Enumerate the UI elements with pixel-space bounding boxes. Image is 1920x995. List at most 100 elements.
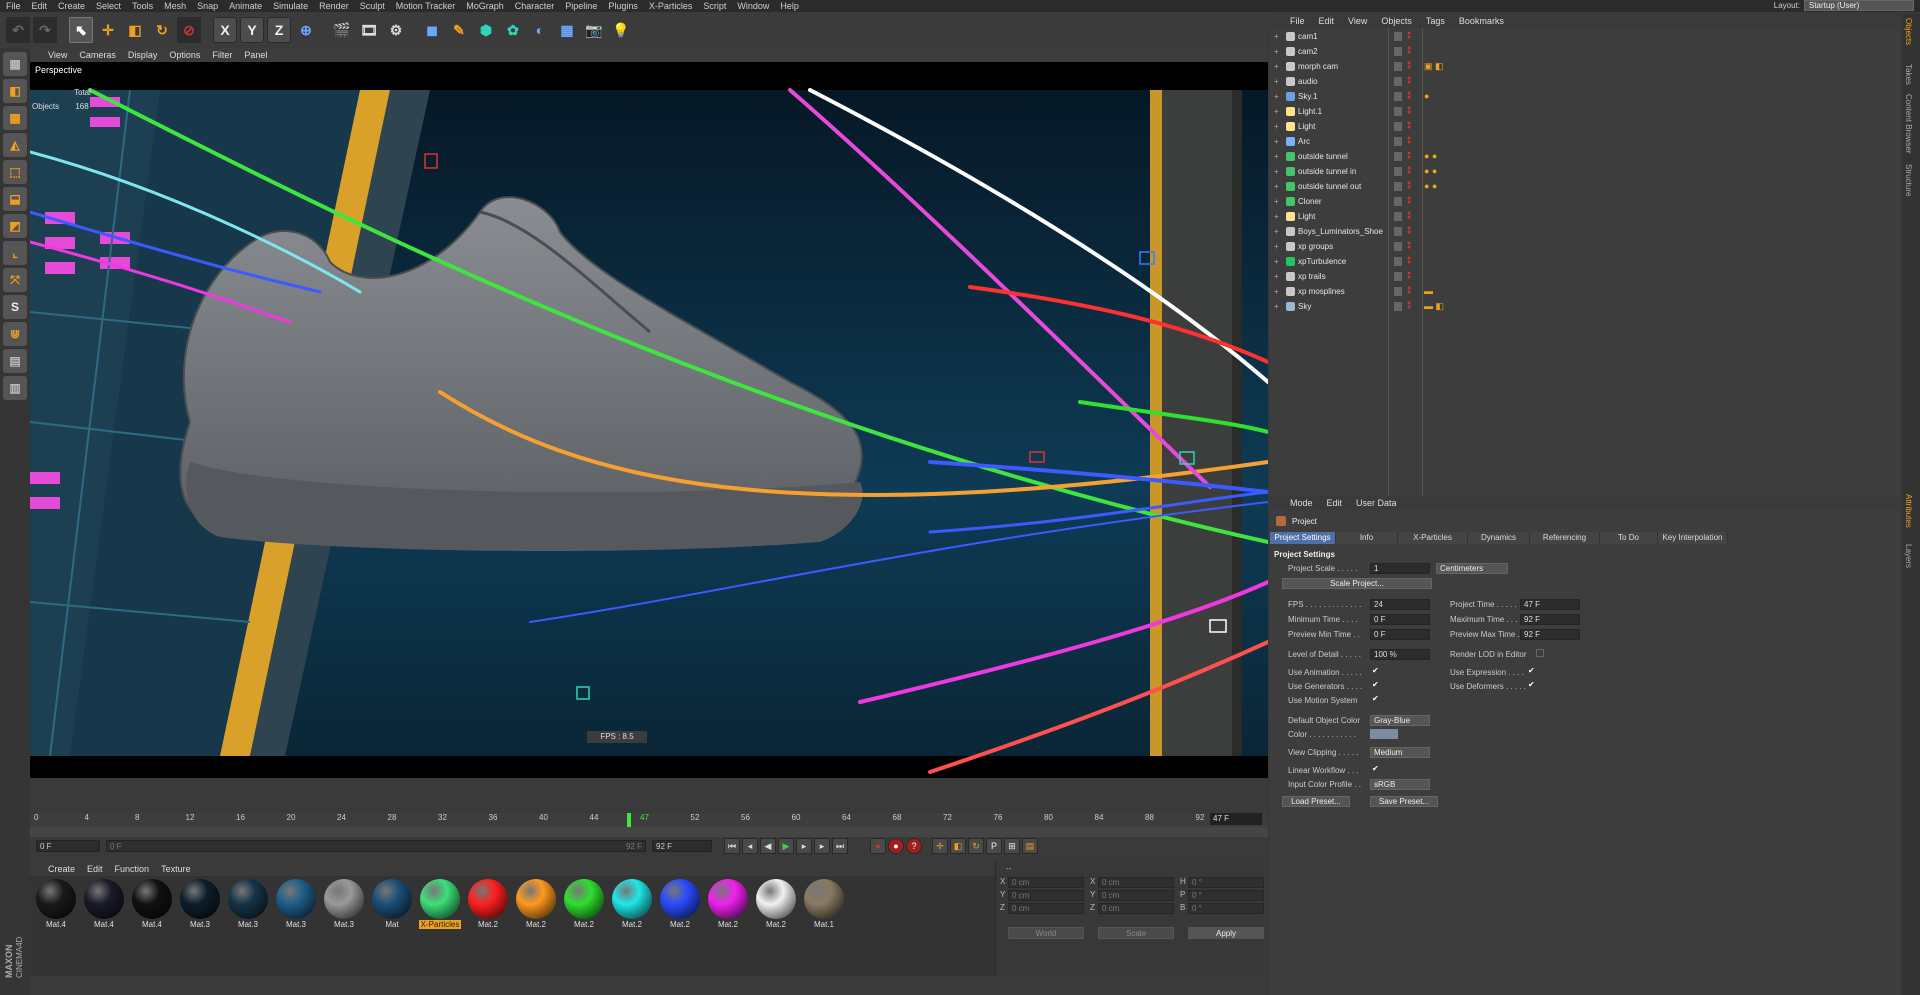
expand-toggle-icon[interactable]: + — [1274, 272, 1279, 281]
object-name[interactable]: xpTurbulence — [1298, 257, 1346, 266]
coord-apply-button[interactable]: Apply — [1188, 927, 1264, 939]
tab-dynamics[interactable]: Dynamics — [1468, 532, 1530, 544]
object-row[interactable]: + outside tunnel out ● ● ● ● — [1270, 180, 1900, 195]
max-time-field[interactable]: 92 F — [1520, 614, 1580, 625]
subdivision-icon[interactable]: ⬢ — [474, 17, 498, 43]
tab-project-settings[interactable]: Project Settings — [1270, 532, 1336, 544]
menu-pipeline[interactable]: Pipeline — [565, 1, 597, 11]
object-row[interactable]: + Sky ● ● ▬ ◧ — [1270, 300, 1900, 315]
expand-toggle-icon[interactable]: + — [1274, 257, 1279, 266]
menu-motion-tracker[interactable]: Motion Tracker — [396, 1, 456, 11]
object-row[interactable]: + xpTurbulence ● ● — [1270, 255, 1900, 270]
menu-character[interactable]: Character — [515, 1, 555, 11]
tab-to-do[interactable]: To Do — [1600, 532, 1658, 544]
object-row[interactable]: + xp groups ● ● — [1270, 240, 1900, 255]
layer-swatch[interactable] — [1394, 107, 1402, 116]
prev-key-icon[interactable]: ◂ — [742, 838, 758, 854]
visibility-dots[interactable]: ● ● — [1407, 45, 1412, 56]
axis-mode-icon[interactable]: ⌞ — [3, 241, 27, 265]
coord-scale-dropdown[interactable]: Scale — [1098, 927, 1174, 939]
keyframe-selection-icon[interactable]: ? — [906, 838, 922, 854]
use-generators-checkbox[interactable]: ✔ — [1372, 681, 1380, 689]
y-axis-lock-icon[interactable]: Y — [240, 17, 264, 43]
visibility-dots[interactable]: ● ● — [1407, 60, 1412, 71]
object-name[interactable]: Light.1 — [1298, 107, 1322, 116]
use-motion-checkbox[interactable]: ✔ — [1372, 695, 1380, 703]
camera-icon[interactable]: 📷 — [582, 17, 606, 43]
layer-swatch[interactable] — [1394, 122, 1402, 131]
object-tags[interactable]: ▬ ◧ — [1424, 301, 1444, 312]
material-item[interactable]: X-Particles — [418, 879, 462, 976]
material-item[interactable]: Mat.2 — [466, 879, 510, 976]
expand-toggle-icon[interactable]: + — [1274, 47, 1279, 56]
light-icon[interactable]: 💡 — [609, 17, 633, 43]
menu-window[interactable]: Window — [737, 1, 769, 11]
menu-render[interactable]: Render — [319, 1, 349, 11]
coord-rotation-field[interactable]: 0 ° — [1188, 903, 1264, 914]
expand-toggle-icon[interactable]: + — [1274, 32, 1279, 41]
end-frame-field[interactable]: 92 F — [652, 840, 712, 852]
object-tags[interactable]: ● ● — [1424, 151, 1437, 161]
object-row[interactable]: + outside tunnel ● ● ● ● — [1270, 150, 1900, 165]
object-name[interactable]: outside tunnel in — [1298, 167, 1356, 176]
object-tags[interactable]: ● ● — [1424, 181, 1437, 191]
tab-info[interactable]: Info — [1336, 532, 1398, 544]
key-position-icon[interactable]: ✛ — [932, 838, 948, 854]
object-tags[interactable]: ● ● — [1424, 166, 1437, 176]
side-tab-takes[interactable]: Takes — [1904, 64, 1913, 85]
coord-rotation-field[interactable]: 0 ° — [1188, 877, 1264, 888]
material-item[interactable]: Mat.2 — [754, 879, 798, 976]
visibility-dots[interactable]: ● ● — [1407, 165, 1412, 176]
scale-project-button[interactable]: Scale Project... — [1282, 578, 1432, 589]
select-tool-icon[interactable]: ⬉ — [69, 17, 93, 43]
object-name[interactable]: Cloner — [1298, 197, 1322, 206]
expand-toggle-icon[interactable]: + — [1274, 182, 1279, 191]
object-name[interactable]: xp mosplines — [1298, 287, 1345, 296]
layer-swatch[interactable] — [1394, 167, 1402, 176]
cloner-icon[interactable]: ✿ — [501, 17, 525, 43]
object-row[interactable]: + Light ● ● — [1270, 120, 1900, 135]
layer-swatch[interactable] — [1394, 212, 1402, 221]
coord-position-field[interactable]: 0 cm — [1008, 903, 1084, 914]
timeline-mode-icon[interactable]: ▤ — [1022, 838, 1038, 854]
autokey-icon[interactable]: ● — [888, 838, 904, 854]
workplane-mode-icon[interactable]: ◭ — [3, 133, 27, 157]
tweak-mode-icon[interactable]: ⤧ — [3, 268, 27, 292]
render-settings-icon[interactable]: ⚙ — [384, 17, 408, 43]
visibility-dots[interactable]: ● ● — [1407, 285, 1412, 296]
min-time-field[interactable]: 0 F — [1370, 614, 1430, 625]
timeline-ruler[interactable]: 0 4 8 12 16 20 24 28 32 36 40 44 47 52 56 60 64 68 72 76 80 8… — [30, 813, 1268, 827]
model-mode-icon[interactable]: ◧ — [3, 79, 27, 103]
coord-size-field[interactable]: 0 cm — [1098, 890, 1174, 901]
visibility-dots[interactable]: ● ● — [1407, 180, 1412, 191]
object-tags[interactable]: ▬ — [1424, 286, 1433, 296]
visibility-dots[interactable]: ● ● — [1407, 135, 1412, 146]
render-picture-viewer-icon[interactable]: 🎞 — [357, 17, 381, 43]
coord-position-field[interactable]: 0 cm — [1008, 877, 1084, 888]
material-item[interactable]: Mat.4 — [34, 879, 78, 976]
material-menu-texture[interactable]: Texture — [161, 864, 191, 874]
viewport-camera-label[interactable]: Perspective — [32, 64, 86, 76]
key-pla-icon[interactable]: ⊞ — [1004, 838, 1020, 854]
visibility-dots[interactable]: ● ● — [1407, 195, 1412, 206]
object-row[interactable]: + Light.1 ● ● — [1270, 105, 1900, 120]
preview-range-slider[interactable]: 0 F 92 F — [106, 840, 646, 852]
goto-start-icon[interactable]: ⏮ — [724, 838, 740, 854]
layout-selector[interactable]: Layout: Startup (User) — [1774, 0, 1914, 11]
layer-swatch[interactable] — [1394, 197, 1402, 206]
viewport-menu-panel[interactable]: Panel — [244, 50, 267, 60]
menu-sculpt[interactable]: Sculpt — [360, 1, 385, 11]
menu-tools[interactable]: Tools — [132, 1, 153, 11]
prev-frame-icon[interactable]: ◀ — [760, 838, 776, 854]
redo-icon[interactable]: ↷ — [33, 17, 57, 43]
undo-icon[interactable]: ↶ — [6, 17, 30, 43]
layer-swatch[interactable] — [1394, 272, 1402, 281]
project-time-field[interactable]: 47 F — [1520, 599, 1580, 610]
make-editable-icon[interactable]: ▦ — [3, 52, 27, 76]
material-item[interactable]: Mat.1 — [802, 879, 846, 976]
attribute-menu-edit[interactable]: Edit — [1327, 498, 1343, 508]
layer-swatch[interactable] — [1394, 137, 1402, 146]
object-row[interactable]: + xp mosplines ● ● ▬ — [1270, 285, 1900, 300]
expand-toggle-icon[interactable]: + — [1274, 287, 1279, 296]
lock-workplane-icon[interactable]: ▥ — [3, 376, 27, 400]
